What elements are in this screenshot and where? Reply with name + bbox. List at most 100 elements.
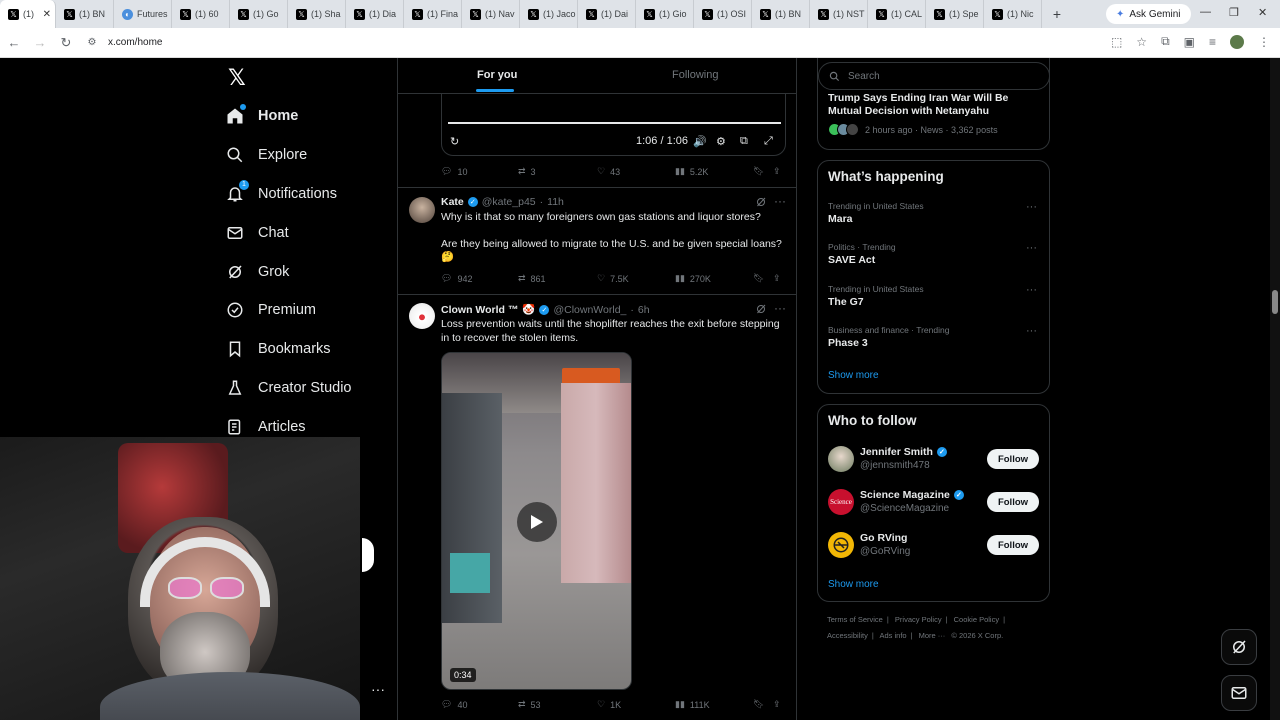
browser-tab[interactable]: 𝕏 (1) CAL <box>868 0 926 28</box>
like-button[interactable]: ♡ 43 <box>597 166 620 177</box>
footer-link[interactable]: Ads info <box>879 631 906 640</box>
volume-icon[interactable]: 🔊 <box>693 135 707 148</box>
browser-tab[interactable]: 𝕏 (1) OSI <box>694 0 752 28</box>
install-icon[interactable]: ⬚ <box>1111 35 1122 49</box>
views-button[interactable]: ▮▮ 111K <box>675 699 710 710</box>
repost-button[interactable]: ⇄ 3 <box>518 166 536 177</box>
browser-tab[interactable]: 𝕏 (1) Spe <box>926 0 984 28</box>
user-handle[interactable]: @jennsmith478 <box>860 460 930 471</box>
restore-icon[interactable]: ❐ <box>1229 6 1239 19</box>
footer-link[interactable]: Privacy Policy <box>895 615 942 624</box>
tab-following[interactable]: Following <box>672 69 718 81</box>
trend-item[interactable]: The G7 <box>828 296 864 308</box>
browser-tab[interactable]: 𝕏 (1) BN <box>56 0 114 28</box>
grok-icon[interactable] <box>755 303 767 315</box>
repost-button[interactable]: ⇄ 861 <box>518 273 546 284</box>
avatar[interactable]: Science <box>828 489 854 515</box>
follow-button[interactable]: Follow <box>987 449 1039 469</box>
pip-icon[interactable]: ⧉ <box>740 135 748 148</box>
user-handle[interactable]: @ScienceMagazine <box>860 503 949 514</box>
avatar[interactable] <box>409 197 435 223</box>
split-view-icon[interactable]: ▣ <box>1184 35 1195 49</box>
reply-button[interactable]: 💬︎ 40 <box>441 699 467 710</box>
trend-more-icon[interactable]: ··· <box>1026 325 1037 337</box>
footer-link[interactable]: More ··· <box>919 631 946 640</box>
account-more-icon[interactable]: ··· <box>371 681 385 697</box>
footer-link[interactable]: Accessibility <box>827 631 868 640</box>
reply-button[interactable]: 💬︎ 10 <box>441 166 467 177</box>
user-name[interactable]: Science Magazine ✓ <box>860 489 964 501</box>
forward-icon[interactable]: → <box>28 35 52 50</box>
browser-tab[interactable]: 𝕏 (1) Sha <box>288 0 346 28</box>
replay-icon[interactable]: ↻ <box>450 135 459 148</box>
author-name[interactable]: Clown World ™ <box>441 304 518 316</box>
bookmark-button[interactable]: 🔖︎ <box>753 273 764 284</box>
like-button[interactable]: ♡ 7.5K <box>597 273 629 284</box>
share-button[interactable]: ⇪ <box>773 273 781 284</box>
share-button[interactable]: ⇪ <box>773 699 781 710</box>
nav-item-creator-studio[interactable]: Creator Studio <box>226 375 352 401</box>
minimize-icon[interactable]: — <box>1200 6 1211 18</box>
browser-tab[interactable]: 𝕏 (1) Go <box>230 0 288 28</box>
nav-item-explore[interactable]: Explore <box>226 142 307 168</box>
browser-tab[interactable]: 𝕏 (1) Dai <box>578 0 636 28</box>
x-logo[interactable]: 𝕏 <box>228 66 246 91</box>
trend-more-icon[interactable]: ··· <box>1026 284 1037 296</box>
site-info-icon[interactable]: ⚙ <box>80 37 104 48</box>
news-headline[interactable]: Trump Says Ending Iran War Will Be Mutua… <box>828 92 1043 118</box>
page-scrollbar[interactable] <box>1270 58 1280 720</box>
browser-tab[interactable]: ◐ Futures <box>114 0 172 28</box>
views-button[interactable]: ▮▮ 5.2K <box>675 166 708 177</box>
bookmark-star-icon[interactable]: ☆ <box>1136 35 1147 49</box>
browser-tab[interactable]: 𝕏 (1) BN <box>752 0 810 28</box>
more-options-icon[interactable]: ··· <box>774 194 786 208</box>
user-handle[interactable]: @GoRVing <box>860 546 910 557</box>
browser-menu-icon[interactable]: ⋮ <box>1258 35 1270 49</box>
more-options-icon[interactable]: ··· <box>774 301 786 315</box>
show-more-link[interactable]: Show more <box>828 370 879 381</box>
browser-tab[interactable]: 𝕏 (1) Nav <box>462 0 520 28</box>
tab-for-you[interactable]: For you <box>477 69 517 81</box>
new-tab-button[interactable]: + <box>1046 6 1068 22</box>
tweet-time[interactable]: 6h <box>638 304 650 316</box>
repost-button[interactable]: ⇄ 53 <box>518 699 541 710</box>
close-window-icon[interactable]: ✕ <box>1258 6 1267 19</box>
trend-item[interactable]: SAVE Act <box>828 254 875 266</box>
nav-item-grok[interactable]: Grok <box>226 259 289 285</box>
trend-item[interactable]: Phase 3 <box>828 337 868 349</box>
bookmark-button[interactable]: 🔖︎ <box>753 699 764 710</box>
share-button[interactable]: ⇪ <box>773 166 781 177</box>
author-handle[interactable]: @kate_p45 <box>482 196 536 208</box>
grok-float-button[interactable] <box>1221 629 1257 665</box>
user-name[interactable]: Go RVing <box>860 532 907 544</box>
nav-item-bookmarks[interactable]: Bookmarks <box>226 336 331 362</box>
footer-link[interactable]: Terms of Service <box>827 615 883 624</box>
browser-tab[interactable]: 𝕏 (1) ✕ <box>0 0 56 28</box>
browser-tab[interactable]: 𝕏 (1) Jaco <box>520 0 578 28</box>
trend-more-icon[interactable]: ··· <box>1026 242 1037 254</box>
avatar[interactable] <box>409 303 435 329</box>
follow-button[interactable]: Follow <box>987 535 1039 555</box>
search-input[interactable]: Search <box>818 62 1050 90</box>
tweet-video[interactable]: 0:34 <box>441 352 632 690</box>
nav-item-chat[interactable]: Chat <box>226 220 289 246</box>
views-button[interactable]: ▮▮ 270K <box>675 273 711 284</box>
messages-float-button[interactable] <box>1221 675 1257 711</box>
browser-tab[interactable]: 𝕏 (1) Fina <box>404 0 462 28</box>
nav-item-home[interactable]: Home <box>226 103 298 129</box>
play-button[interactable] <box>517 502 557 542</box>
browser-tab[interactable]: 𝕏 (1) Dia <box>346 0 404 28</box>
show-more-link[interactable]: Show more <box>828 579 879 590</box>
browser-tab[interactable]: 𝕏 (1) Nic <box>984 0 1042 28</box>
like-button[interactable]: ♡ 1K <box>597 699 621 710</box>
settings-icon[interactable]: ⚙ <box>716 135 726 148</box>
grok-icon[interactable] <box>755 196 767 208</box>
overlay-handle[interactable] <box>362 538 374 572</box>
back-icon[interactable]: ← <box>2 35 26 50</box>
extensions-icon[interactable]: ⧉ <box>1161 34 1170 49</box>
browser-tab[interactable]: 𝕏 (1) Gio <box>636 0 694 28</box>
reload-icon[interactable]: ↻ <box>54 35 78 51</box>
close-tab-icon[interactable]: ✕ <box>43 9 51 20</box>
user-name[interactable]: Jennifer Smith ✓ <box>860 446 947 458</box>
browser-tab[interactable]: 𝕏 (1) NST <box>810 0 868 28</box>
